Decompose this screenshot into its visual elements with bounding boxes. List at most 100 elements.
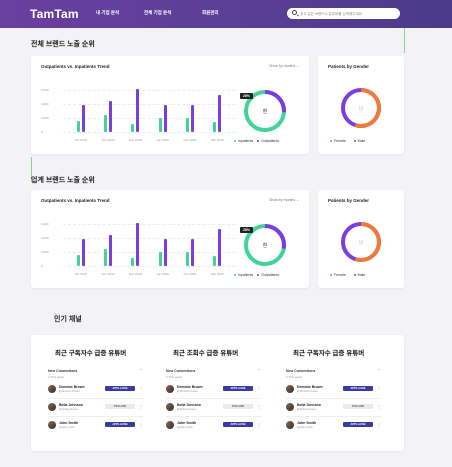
action-button[interactable]: APPLAUSE — [343, 386, 373, 391]
action-button[interactable]: APPLAUSE — [223, 422, 253, 427]
donut-center-label: 환 — [262, 243, 268, 249]
x-tick-label: Jan 2020 — [156, 138, 169, 142]
row-divider — [48, 398, 143, 399]
legend-label: Inpatients — [238, 273, 254, 277]
action-button[interactable]: APPLAUSE — [223, 386, 253, 391]
search-input[interactable] — [300, 9, 396, 18]
bar-outpatients — [81, 238, 85, 266]
gridline — [63, 238, 235, 239]
x-tick-label: Oct 2019 — [74, 272, 87, 276]
legend-dot — [234, 274, 236, 277]
avatar — [166, 385, 174, 393]
list-item: Dominic Brown @dominic.brown APPLAUSE ⋮ — [286, 384, 381, 396]
panel-title: 최근 구독자수 급증 유튜버 — [55, 350, 127, 357]
more-icon[interactable]: ⋮ — [377, 404, 381, 409]
bar-outpatients — [191, 238, 194, 266]
bar-outpatients — [163, 104, 167, 132]
action-button[interactable]: FOLLOW — [343, 404, 373, 409]
list-item: Bella Johnson @bella.johnson FOLLOW ⋮ — [286, 402, 381, 414]
action-button[interactable]: FOLLOW — [105, 404, 135, 409]
bar-inpatients — [213, 256, 217, 266]
avatar — [48, 403, 56, 411]
bar-inpatients — [213, 122, 217, 132]
section-title-popular: 인기 채널 — [54, 316, 82, 323]
period-dropdown[interactable]: Show by months ⌄ — [269, 64, 299, 68]
gridline — [63, 224, 235, 225]
gridline — [63, 132, 235, 133]
mini-card-title: New Connections — [166, 369, 196, 373]
y-tick-label: 6,000 — [41, 222, 49, 226]
avatar — [48, 421, 56, 429]
gender-legend: Female Male — [330, 273, 365, 277]
user-handle: @dominic.brown — [59, 389, 80, 393]
more-icon[interactable]: ⋮ — [257, 404, 261, 409]
trend-card: Outpatients vs. Inpatients Trend Show by… — [31, 56, 309, 154]
more-icon[interactable]: ⋮ — [257, 422, 261, 427]
mini-card-title: New Connections — [48, 369, 78, 373]
bar-outpatients — [136, 223, 140, 266]
trend-title: Outpatients vs. Inpatients Trend — [41, 64, 110, 69]
x-tick-label: Dec 2019 — [128, 272, 142, 276]
period-dropdown[interactable]: Show by months ⌄ — [269, 198, 299, 202]
donut-center-label: 환 — [262, 109, 268, 115]
bar-inpatients — [76, 254, 80, 266]
legend-dot — [257, 140, 260, 143]
logo[interactable]: TamTam — [30, 7, 79, 21]
legend-label: Female — [334, 273, 346, 277]
nav-all-companies[interactable]: 전체 기업 분석 — [144, 10, 171, 16]
x-tick-label: Nov 2019 — [101, 138, 115, 142]
collapse-icon[interactable]: ⌃ — [257, 368, 260, 373]
panel-title: 최근 조회수 급증 유튜버 — [173, 350, 239, 357]
panel-title: 최근 구독자수 급증 유튜버 — [293, 350, 365, 357]
y-tick-label: 4,000 — [41, 236, 49, 240]
bar-outpatients — [136, 89, 140, 132]
gridline — [63, 104, 235, 105]
search-box[interactable] — [287, 8, 400, 19]
legend-label: Inpatients — [238, 139, 254, 143]
more-icon[interactable]: ⋮ — [139, 404, 143, 409]
legend-dot — [257, 274, 260, 277]
list-item: John Smith @john.smith APPLAUSE ⋮ — [48, 420, 143, 432]
x-tick-label: Feb 2020 — [183, 138, 197, 142]
collapse-icon[interactable]: ⌃ — [139, 368, 142, 373]
action-button[interactable]: FOLLOW — [223, 404, 253, 409]
more-icon[interactable]: ⋮ — [377, 386, 381, 391]
nav-my-company[interactable]: 내 기업 분석 — [96, 10, 119, 16]
x-tick-label: Oct 2019 — [74, 138, 87, 142]
section-title-total: 전체 브랜드 노출 순위 — [31, 41, 95, 48]
user-handle: @bella.johnson — [59, 407, 79, 411]
legend-label: Outpatients — [261, 273, 280, 277]
legend-label: Female — [334, 139, 346, 143]
y-tick-label: 6,000 — [41, 88, 49, 92]
y-tick-label: 0 — [41, 130, 43, 134]
gender-donut: 남 — [341, 88, 381, 128]
legend-dot — [330, 140, 332, 143]
user-handle: @john.smith — [177, 425, 193, 429]
trend-card: Outpatients vs. Inpatients Trend Show by… — [31, 190, 309, 288]
bar-outpatients — [191, 104, 194, 132]
more-icon[interactable]: ⋮ — [139, 422, 143, 427]
x-tick-label: Mar 2020 — [210, 272, 224, 276]
chevron-down-icon: ⌄ — [296, 64, 299, 68]
more-icon[interactable]: ⋮ — [257, 386, 261, 391]
legend-label: Outpatients — [261, 139, 280, 143]
x-tick-label: Dec 2019 — [128, 138, 142, 142]
gridline — [63, 252, 235, 253]
percentage-badge: 26% — [240, 93, 254, 99]
y-tick-label: 4,000 — [41, 102, 49, 106]
action-button[interactable]: APPLAUSE — [343, 422, 373, 427]
legend-dot — [353, 274, 356, 277]
action-button[interactable]: APPLAUSE — [105, 386, 135, 391]
avatar — [48, 385, 56, 393]
action-button[interactable]: APPLAUSE — [105, 422, 135, 427]
bar-inpatients — [76, 120, 80, 132]
bar-inpatients — [131, 258, 135, 266]
row-divider — [166, 398, 261, 399]
more-icon[interactable]: ⋮ — [377, 422, 381, 427]
nav-members[interactable]: 회원관리 — [202, 10, 219, 16]
row-divider — [48, 416, 143, 417]
more-icon[interactable]: ⋮ — [139, 386, 143, 391]
collapse-icon[interactable]: ⌃ — [377, 368, 380, 373]
mini-card-subtitle: 2 This week — [166, 375, 182, 379]
gender-title: Patients by Gender — [328, 64, 370, 69]
